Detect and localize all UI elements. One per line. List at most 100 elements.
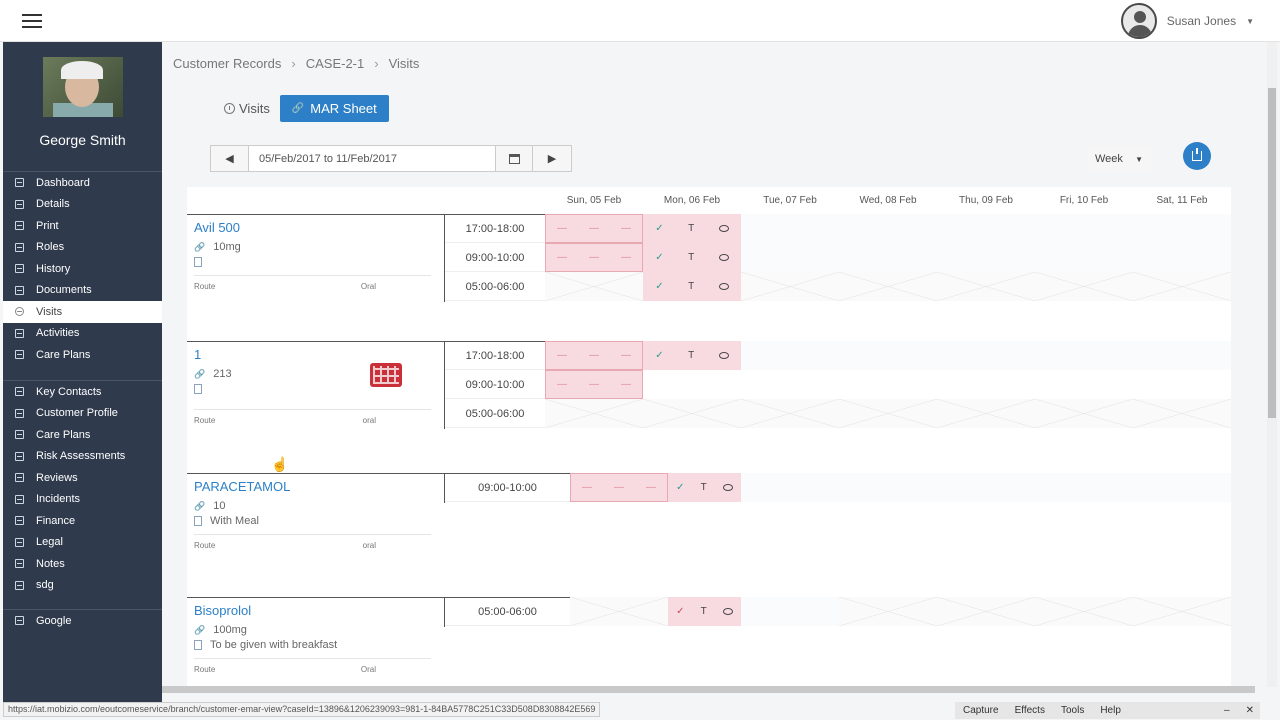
sidebar-item-label: Legal bbox=[36, 536, 63, 549]
vertical-scrollbar-thumb[interactable] bbox=[1268, 88, 1276, 418]
tab-mar-sheet[interactable]: 🔗 MAR Sheet bbox=[279, 95, 389, 122]
sidebar-item-google[interactable]: Google bbox=[3, 610, 162, 632]
empty-cell[interactable] bbox=[1133, 370, 1231, 399]
next-week-button[interactable]: ▶ bbox=[533, 146, 571, 171]
sidebar-item-risk-assessments[interactable]: Risk Assessments bbox=[3, 446, 162, 468]
missed-dose-cell[interactable]: — — — bbox=[545, 243, 643, 272]
missed-dose-cell[interactable]: — — — bbox=[570, 473, 668, 502]
user-name: Susan Jones bbox=[1166, 14, 1237, 28]
empty-cell[interactable] bbox=[937, 341, 1035, 370]
empty-cell[interactable] bbox=[937, 243, 1035, 272]
administered-dose-cell[interactable]: ✓ T bbox=[643, 214, 741, 243]
comment-icon[interactable] bbox=[722, 608, 733, 615]
empty-cell[interactable] bbox=[1035, 473, 1133, 502]
empty-cell[interactable] bbox=[1035, 370, 1133, 399]
tab-visits[interactable]: Visits bbox=[224, 101, 270, 116]
comment-icon[interactable] bbox=[722, 484, 733, 491]
empty-cell[interactable] bbox=[937, 370, 1035, 399]
help-menu[interactable]: Help bbox=[1100, 705, 1121, 716]
medication-name[interactable]: 1 bbox=[194, 347, 201, 362]
medication-name[interactable]: PARACETAMOL bbox=[194, 479, 290, 494]
missed-dose-cell[interactable]: — — — bbox=[545, 214, 643, 243]
sidebar-item-finance[interactable]: Finance bbox=[3, 510, 162, 532]
download-button[interactable] bbox=[1183, 142, 1211, 170]
effects-menu[interactable]: Effects bbox=[1015, 705, 1045, 716]
day-header: Thu, 09 Feb bbox=[959, 195, 1013, 206]
empty-cell[interactable] bbox=[1035, 214, 1133, 243]
day-header: Sat, 11 Feb bbox=[1156, 195, 1208, 206]
administered-dose-cell[interactable]: ✓ T bbox=[643, 243, 741, 272]
sidebar-item-key-contacts[interactable]: Key Contacts bbox=[3, 381, 162, 403]
sidebar-item-visits[interactable]: Visits bbox=[3, 301, 162, 323]
sidebar-item-legal[interactable]: Legal bbox=[3, 532, 162, 554]
comment-icon[interactable] bbox=[718, 225, 729, 232]
missed-dose-cell[interactable]: — — — bbox=[545, 370, 643, 399]
capture-menu[interactable]: Capture bbox=[963, 705, 999, 716]
horizontal-scrollbar[interactable] bbox=[162, 686, 1255, 693]
sidebar-item-notes[interactable]: Notes bbox=[3, 553, 162, 575]
chevron-right-icon: › bbox=[291, 56, 296, 71]
administered-dose-cell[interactable]: ✓ T bbox=[668, 597, 741, 626]
breadcrumb-case[interactable]: CASE-2-1 bbox=[306, 56, 365, 71]
route-value: oral bbox=[362, 416, 376, 425]
minimize-icon[interactable]: – bbox=[1224, 705, 1230, 716]
empty-cell[interactable] bbox=[937, 473, 1035, 502]
empty-cell[interactable] bbox=[1133, 243, 1231, 272]
sidebar-item-activities[interactable]: Activities bbox=[3, 323, 162, 345]
view-period-select[interactable]: Week ▼ bbox=[1087, 146, 1151, 172]
close-icon[interactable]: ✕ bbox=[1246, 705, 1254, 716]
sidebar-item-print[interactable]: Print bbox=[3, 215, 162, 237]
medication-block: PARACETAMOL 🔗 10 With Meal Route oral 09:0… bbox=[187, 473, 1231, 563]
previous-week-button[interactable]: ◀ bbox=[211, 146, 249, 171]
medication-name[interactable]: Bisoprolol bbox=[194, 603, 251, 618]
empty-cell[interactable] bbox=[1133, 473, 1231, 502]
tools-menu[interactable]: Tools bbox=[1061, 705, 1084, 716]
empty-cell[interactable] bbox=[1133, 214, 1231, 243]
empty-cell[interactable] bbox=[839, 341, 937, 370]
date-range-field[interactable]: 05/Feb/2017 to 11/Feb/2017 bbox=[249, 146, 495, 171]
empty-cell[interactable] bbox=[1035, 341, 1133, 370]
empty-cell[interactable] bbox=[839, 370, 937, 399]
comment-icon[interactable] bbox=[718, 283, 729, 290]
sidebar-item-dashboard[interactable]: Dashboard bbox=[3, 172, 162, 194]
sidebar-item-history[interactable]: History bbox=[3, 258, 162, 280]
empty-cell[interactable] bbox=[741, 370, 839, 399]
medication-name[interactable]: Avil 500 bbox=[194, 220, 240, 235]
sidebar-item-details[interactable]: Details bbox=[3, 194, 162, 216]
empty-cell[interactable] bbox=[839, 214, 937, 243]
empty-cell[interactable] bbox=[1133, 341, 1231, 370]
medication-block: Bisoprolol 🔗 100mg To be given with break… bbox=[187, 597, 1231, 687]
comment-icon[interactable] bbox=[718, 352, 729, 359]
empty-cell[interactable] bbox=[741, 473, 839, 502]
empty-cell[interactable] bbox=[741, 341, 839, 370]
check-icon: ✓ bbox=[655, 350, 664, 361]
user-menu[interactable]: Susan Jones ▼ bbox=[1120, 3, 1254, 39]
empty-cell[interactable] bbox=[643, 370, 741, 399]
empty-cell[interactable] bbox=[741, 243, 839, 272]
administered-dose-cell[interactable]: ✓ T bbox=[643, 341, 741, 370]
missed-dose-cell[interactable]: — — — bbox=[545, 341, 643, 370]
sidebar-item-roles[interactable]: Roles bbox=[3, 237, 162, 259]
breadcrumb-customer-records[interactable]: Customer Records bbox=[173, 56, 281, 71]
empty-cell[interactable] bbox=[839, 243, 937, 272]
comment-icon[interactable] bbox=[718, 254, 729, 261]
sidebar-item-sdg[interactable]: sdg bbox=[3, 575, 162, 597]
sidebar-item-reviews[interactable]: Reviews bbox=[3, 467, 162, 489]
administered-dose-cell[interactable]: ✓ T bbox=[668, 473, 741, 502]
administered-dose-cell[interactable]: ✓ T bbox=[643, 272, 741, 301]
empty-cell[interactable] bbox=[741, 597, 839, 626]
sidebar-item-care-plans[interactable]: Care Plans bbox=[3, 344, 162, 366]
hamburger-menu-icon[interactable] bbox=[22, 14, 42, 28]
medication-instruction bbox=[194, 384, 210, 394]
sidebar-item-care-plans-2[interactable]: Care Plans bbox=[3, 424, 162, 446]
sidebar-item-incidents[interactable]: Incidents bbox=[3, 489, 162, 511]
empty-cell[interactable] bbox=[937, 214, 1035, 243]
sidebar-nav-links: Google bbox=[3, 609, 162, 632]
calendar-button[interactable] bbox=[495, 146, 533, 171]
sidebar-item-documents[interactable]: Documents bbox=[3, 280, 162, 302]
sidebar-item-label: Finance bbox=[36, 514, 76, 527]
empty-cell[interactable] bbox=[1035, 243, 1133, 272]
empty-cell[interactable] bbox=[839, 473, 937, 502]
sidebar-item-customer-profile[interactable]: Customer Profile bbox=[3, 403, 162, 425]
empty-cell[interactable] bbox=[741, 214, 839, 243]
